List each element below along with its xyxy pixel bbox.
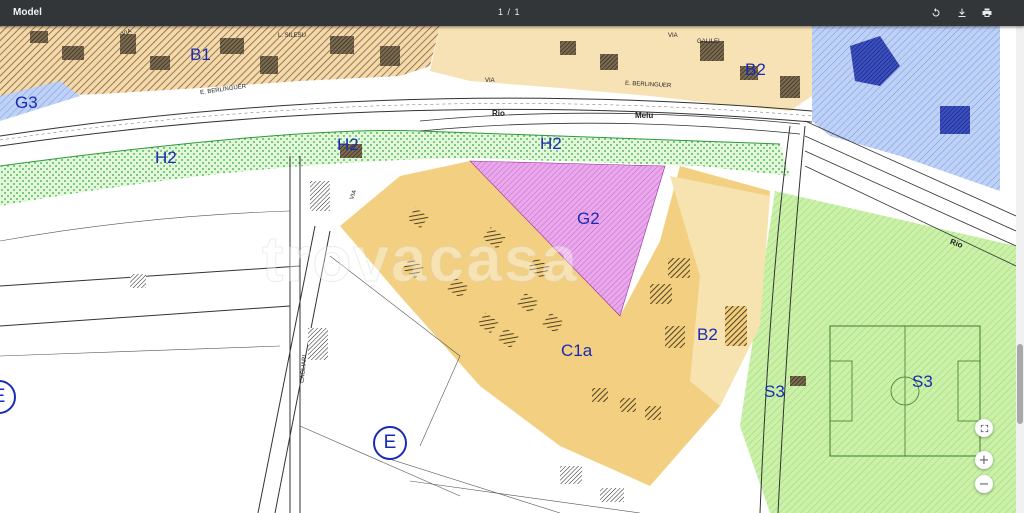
roads-left (0, 156, 331, 513)
building-s3 (790, 376, 806, 386)
zone-label-h2-right: H2 (540, 134, 562, 153)
zone-label-b1: B1 (190, 45, 211, 64)
page-counter: 1 / 1 (498, 7, 521, 17)
river-edge-top (419, 112, 801, 125)
zone-label-b2-top: B2 (745, 60, 766, 79)
fit-to-page-icon (980, 424, 988, 432)
zone-label-h2-mid: H2 (337, 135, 359, 154)
zone-label-h2-left: H2 (155, 148, 177, 167)
river-label-melu: Melu (635, 111, 654, 120)
zone-label-g3: G3 (15, 93, 38, 112)
river-edge-bottom (419, 122, 801, 135)
zone-label-e-center: E (373, 426, 407, 460)
rotate-icon (932, 8, 940, 17)
viewer-toolbar: Model 1 / 1 (0, 0, 1024, 26)
rotate-button[interactable] (927, 4, 945, 22)
zoom-out-button[interactable]: − (975, 475, 993, 493)
street-label-via-center: VIA (485, 78, 495, 84)
zoning-map (0, 26, 1016, 513)
fit-to-page-button[interactable] (975, 419, 993, 437)
zone-label-b2-mid: B2 (697, 325, 718, 344)
zone-label-c1a: C1a (561, 341, 593, 360)
street-label-silesu: L. SILESU (278, 33, 307, 39)
street-label-galilei: GALILEI (697, 39, 720, 45)
scrollbar-thumb[interactable] (1017, 344, 1023, 424)
street-label-via-galilei: VIA (668, 33, 678, 39)
download-icon (958, 8, 966, 17)
zone-s3-area (740, 191, 1016, 513)
document-title: Model (13, 7, 42, 18)
zone-label-g2: G2 (577, 209, 600, 228)
river-label-rio-left: Rio (492, 109, 505, 118)
buildings-bottom (560, 466, 624, 502)
zone-label-s3-right: S3 (912, 372, 933, 391)
zone-label-s3-left: S3 (764, 382, 785, 401)
zoom-in-button[interactable]: + (975, 451, 993, 469)
print-icon (982, 8, 992, 17)
map-canvas[interactable]: trovacasa B1 B2 G3 H2 H2 H2 G2 C1a B2 S3… (0, 26, 1016, 513)
vertical-scrollbar[interactable] (1016, 26, 1024, 513)
print-button[interactable] (978, 4, 996, 22)
download-button[interactable] (953, 4, 971, 22)
